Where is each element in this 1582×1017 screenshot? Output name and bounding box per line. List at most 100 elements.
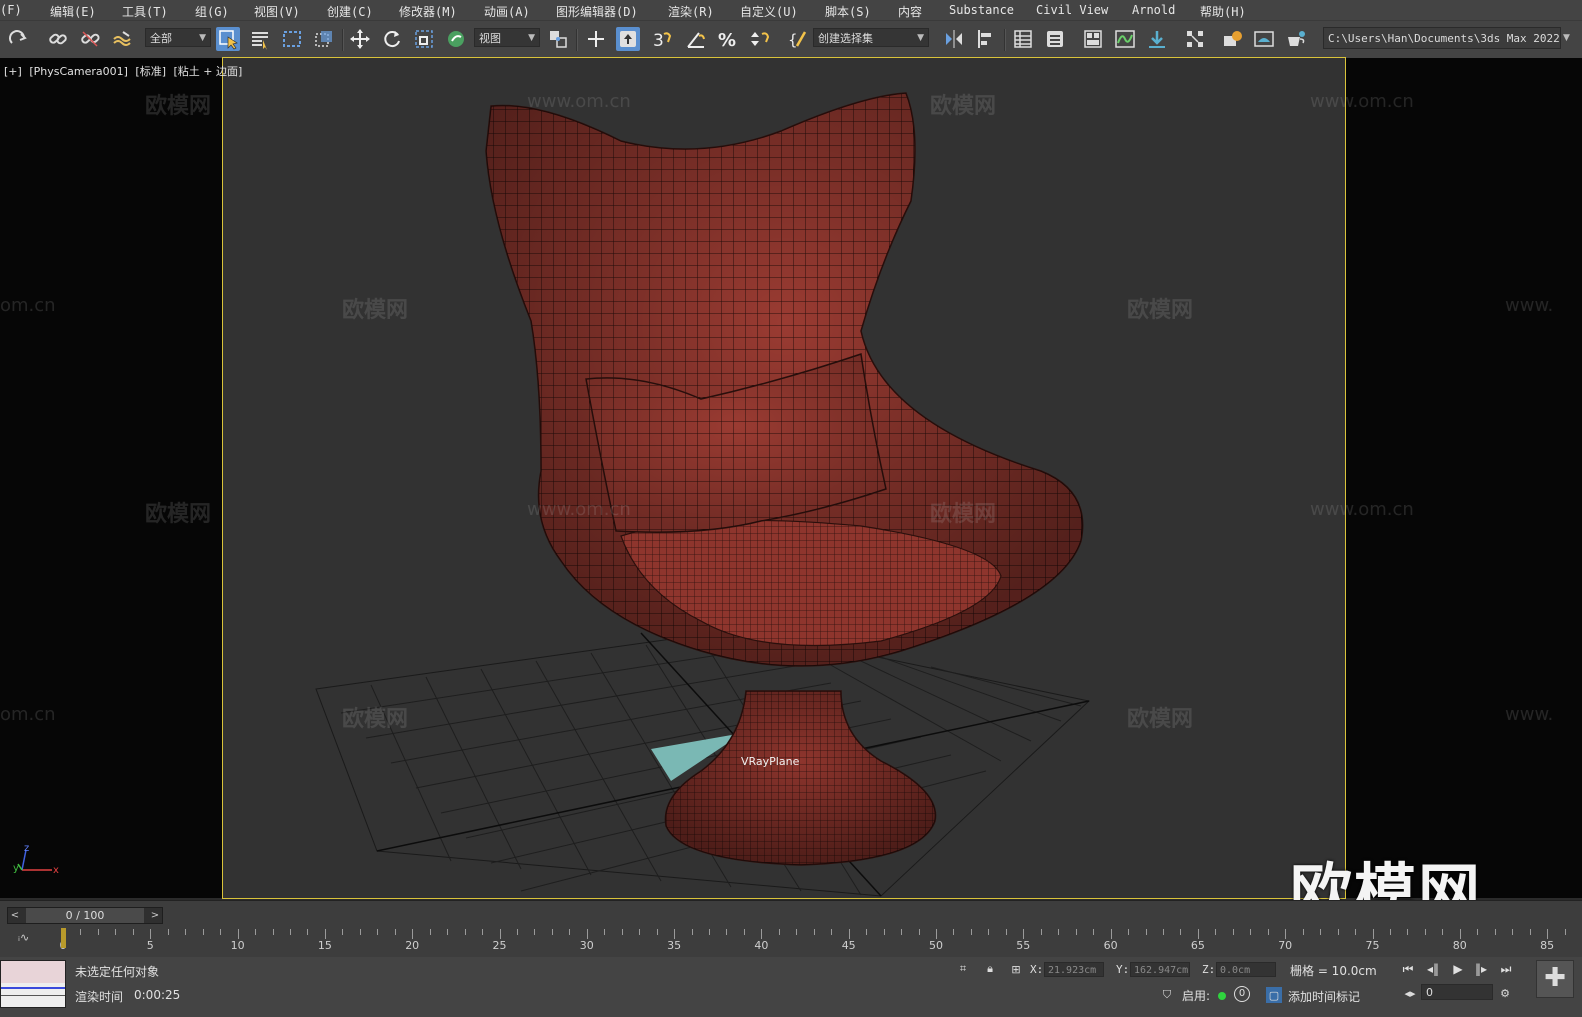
bind-space-warp-icon[interactable] <box>110 27 134 51</box>
go-to-end-icon[interactable]: ⏭ <box>1497 961 1515 977</box>
menu-file[interactable]: (F) <box>0 3 22 17</box>
current-frame-marker[interactable] <box>61 928 66 948</box>
menu-substance[interactable]: Substance <box>949 3 1014 17</box>
watermark: 欧模网 <box>1127 707 1194 732</box>
time-configuration-icon[interactable]: ⚙ <box>1497 985 1513 1001</box>
time-slider[interactable]: < 0 / 100 > <box>7 907 163 924</box>
spinner-snap-icon[interactable] <box>748 27 772 51</box>
lock-icon[interactable]: 🔒︎ <box>982 961 998 977</box>
scene-render: VRayPlane <box>315 92 1091 897</box>
rect-selection-region-icon[interactable] <box>280 27 304 51</box>
add-time-tag-label[interactable]: 添加时间标记 <box>1288 988 1360 1005</box>
next-frame-icon[interactable]: ‖▸ <box>1472 961 1490 977</box>
menu-modifiers[interactable]: 修改器(M) <box>399 3 457 20</box>
rotate-icon[interactable] <box>380 27 404 51</box>
project-path-field[interactable]: C:\Users\Han\Documents\3ds Max 2022 <box>1323 27 1561 49</box>
ruler-tick <box>482 929 484 935</box>
toolbar-separator <box>1004 29 1006 51</box>
current-frame-field[interactable]: 0 <box>1421 984 1493 1000</box>
scene-explorer-icon[interactable] <box>1011 27 1035 51</box>
menu-group[interactable]: 组(G) <box>195 3 229 20</box>
grid-size-label: 栅格 = 10.0cm <box>1290 964 1377 978</box>
snaps-toggle-icon[interactable]: 3 <box>650 27 674 51</box>
chevron-down-icon[interactable]: ▼ <box>1563 33 1570 43</box>
align-icon[interactable] <box>974 27 998 51</box>
ruler-tick <box>691 929 693 935</box>
menu-content[interactable]: 内容 <box>898 3 922 20</box>
redo-icon[interactable] <box>6 27 30 51</box>
viewport-camera-label[interactable]: [PhysCamera001] <box>29 65 128 78</box>
menu-customize[interactable]: 自定义(U) <box>740 3 798 20</box>
ruler-tick <box>778 929 780 935</box>
menu-help[interactable]: 帮助(H) <box>1200 3 1246 20</box>
time-slider-label[interactable]: 0 / 100 <box>26 908 144 923</box>
move-icon[interactable] <box>348 27 372 51</box>
set-key-icon[interactable]: ✚ <box>1536 960 1574 998</box>
absolute-mode-icon[interactable]: ⊞ <box>1008 961 1024 977</box>
mirror-icon[interactable] <box>942 27 966 51</box>
scale-icon[interactable] <box>412 27 436 51</box>
schematic-view-icon[interactable] <box>1145 27 1169 51</box>
time-ruler[interactable]: 0510152025303540455055606570758085 <box>60 929 1570 955</box>
angle-snap-icon[interactable] <box>684 27 708 51</box>
place-icon[interactable] <box>444 27 468 51</box>
maxscript-listener[interactable] <box>0 960 66 1008</box>
ruler-tick <box>656 929 658 935</box>
enable-count-badge[interactable]: 0 <box>1234 986 1250 1002</box>
menu-edit[interactable]: 编辑(E) <box>50 3 96 20</box>
rendered-frame-window-icon[interactable] <box>1252 27 1276 51</box>
keyboard-shortcut-override-icon[interactable] <box>616 27 640 51</box>
curve-editor-icon[interactable] <box>1113 27 1137 51</box>
key-mode-toggle-icon[interactable]: ◂▸ <box>1402 985 1418 1001</box>
ruler-label: 35 <box>667 939 682 952</box>
shield-icon[interactable]: ⛉ <box>1159 987 1175 1003</box>
menu-create[interactable]: 创建(C) <box>327 3 373 20</box>
z-coord-field[interactable]: 0.0cm <box>1216 962 1276 977</box>
viewport-menu-plus[interactable]: [+] <box>4 65 22 78</box>
time-tag-icon[interactable]: ▢ <box>1266 987 1282 1003</box>
camera-safe-frame[interactable]: VRayPlane <box>222 57 1346 899</box>
layer-explorer-icon[interactable] <box>1043 27 1067 51</box>
material-editor-icon[interactable] <box>1183 27 1207 51</box>
time-slider-prev[interactable]: < <box>8 908 22 923</box>
select-by-name-icon[interactable] <box>248 27 272 51</box>
menu-graph-editors[interactable]: 图形编辑器(D) <box>556 3 638 20</box>
edit-named-selection-icon[interactable]: { <box>786 27 810 51</box>
menu-tools[interactable]: 工具(T) <box>122 3 168 20</box>
viewport-standard-label[interactable]: [标准] <box>135 65 166 78</box>
select-manipulate-icon[interactable] <box>584 27 608 51</box>
pivot-center-icon[interactable] <box>546 27 570 51</box>
viewport-label[interactable]: [+] [PhysCamera001] [标准] [粘土 + 边面] <box>4 63 246 79</box>
toggle-command-panel-icon[interactable] <box>1081 27 1105 51</box>
link-icon[interactable] <box>46 27 70 51</box>
render-setup-icon[interactable] <box>1220 27 1244 51</box>
unlink-icon[interactable] <box>78 27 102 51</box>
y-coord-field[interactable]: 162.947cm <box>1130 962 1190 977</box>
ruler-tick <box>1197 929 1199 939</box>
menu-scripting[interactable]: 脚本(S) <box>825 3 871 20</box>
menu-bar: (F) 编辑(E) 工具(T) 组(G) 视图(V) 创建(C) 修改器(M) … <box>0 0 1582 20</box>
named-selection-dropdown[interactable]: 创建选择集 ▼ <box>813 28 929 47</box>
play-icon[interactable]: ▶ <box>1449 961 1467 977</box>
go-to-start-icon[interactable]: ⏮ <box>1399 961 1417 977</box>
isolate-selection-icon[interactable]: ⌗ <box>955 961 971 977</box>
chair-pedestal[interactable] <box>664 690 937 866</box>
previous-frame-icon[interactable]: ◂‖ <box>1424 961 1442 977</box>
menu-views[interactable]: 视图(V) <box>254 3 300 20</box>
time-slider-next[interactable]: > <box>148 908 162 923</box>
reference-coord-dropdown[interactable]: 视图 ▼ <box>474 28 540 47</box>
ruler-label: 80 <box>1452 939 1467 952</box>
render-production-icon[interactable] <box>1284 27 1308 51</box>
viewport-shading-label[interactable]: [粘土 + 边面] <box>174 65 243 78</box>
x-coord-field[interactable]: 21.923cm <box>1044 962 1104 977</box>
open-mini-curve-editor-icon[interactable]: ᵢ∿ <box>18 931 38 947</box>
menu-civil-view[interactable]: Civil View <box>1036 3 1108 17</box>
menu-rendering[interactable]: 渲染(R) <box>668 3 714 20</box>
menu-animation[interactable]: 动画(A) <box>484 3 530 20</box>
select-object-icon[interactable] <box>216 27 240 51</box>
menu-arnold[interactable]: Arnold <box>1132 3 1175 17</box>
ruler-tick <box>429 929 431 935</box>
selection-filter-dropdown[interactable]: 全部 ▼ <box>145 28 211 47</box>
window-crossing-icon[interactable] <box>312 27 336 51</box>
percent-snap-icon[interactable]: % <box>716 27 740 51</box>
